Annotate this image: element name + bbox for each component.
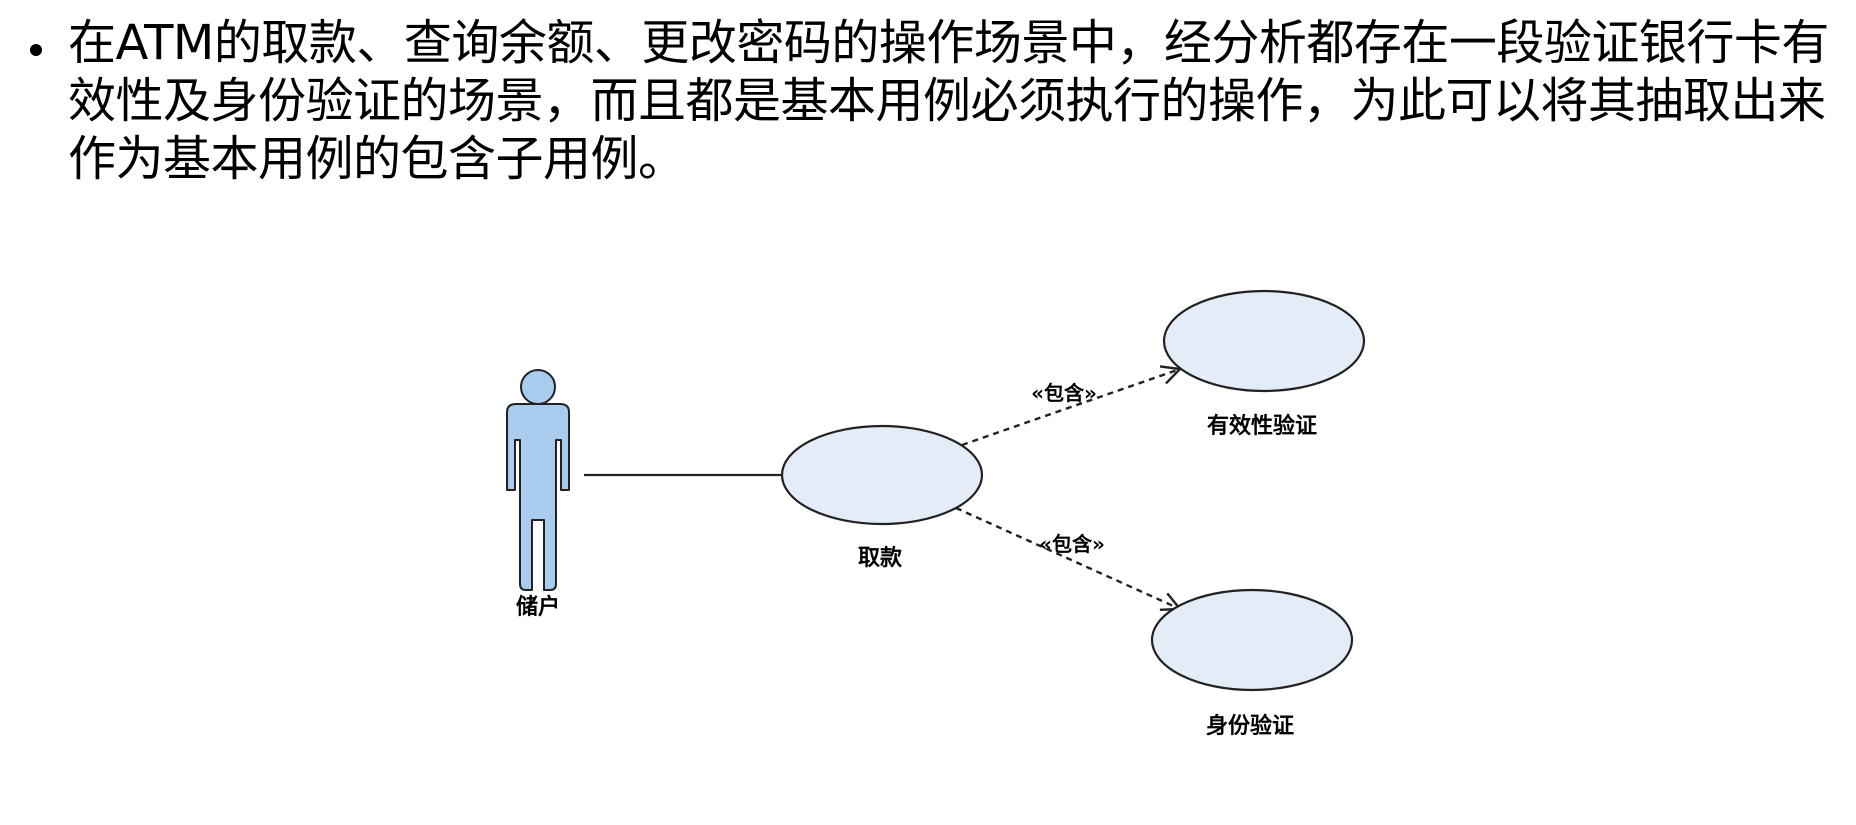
actor-depositor: 储户 xyxy=(506,369,570,620)
include-relation-validity: «包含» xyxy=(961,369,1180,447)
actor-label: 储户 xyxy=(516,594,560,620)
stick-figure-icon xyxy=(506,369,570,591)
use-case-diagram: 储户 取款 «包含» «包含» 有效性验证 身份验证 xyxy=(506,289,1366,739)
use-case-validity-label: 有效性验证 xyxy=(1207,413,1317,439)
include-relation-identity: «包含» xyxy=(955,506,1180,609)
use-case-identity-label: 身份验证 xyxy=(1206,713,1294,739)
use-case-identity-check: 身份验证 xyxy=(1150,588,1354,739)
include-stereotype-label: «包含» xyxy=(1031,381,1097,405)
use-case-withdraw-label: 取款 xyxy=(858,545,903,571)
use-case-withdraw: 取款 xyxy=(780,424,984,571)
include-stereotype-label: «包含» xyxy=(1039,532,1105,556)
use-case-validity-check: 有效性验证 xyxy=(1162,289,1366,439)
